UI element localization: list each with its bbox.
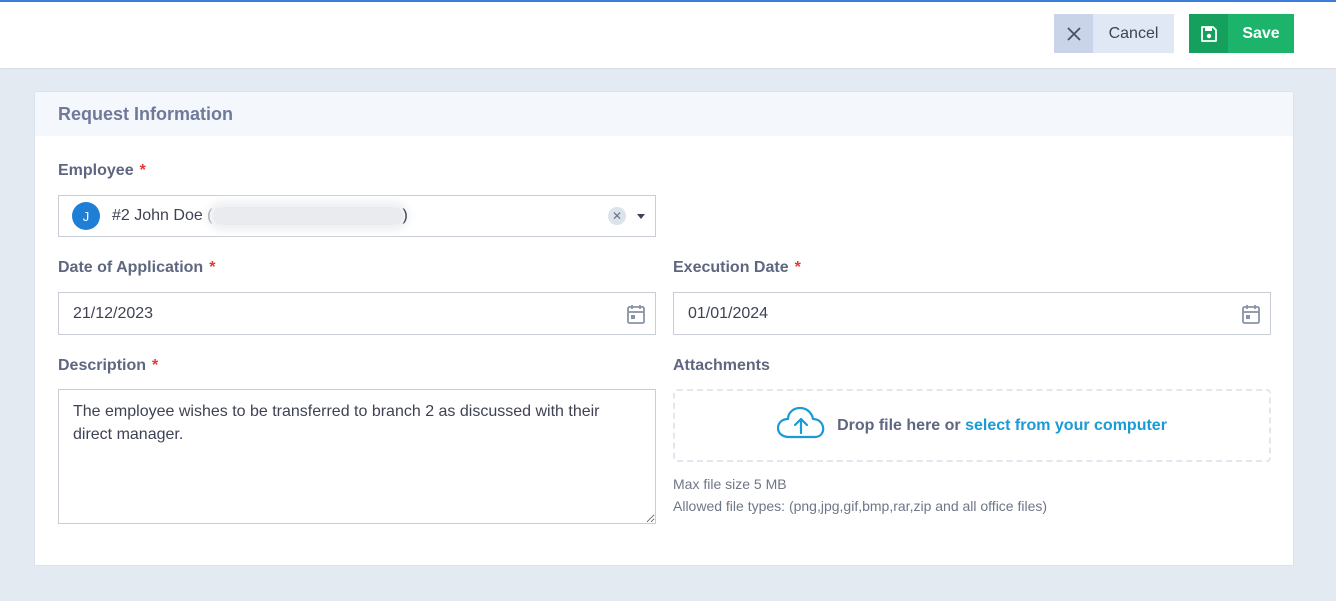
execution-date-field[interactable]: 01/01/2024: [673, 292, 1271, 335]
dropzone-text: Drop file here or select from your compu…: [837, 416, 1167, 434]
select-file-link[interactable]: select from your computer: [965, 417, 1167, 434]
required-mark: *: [209, 259, 216, 276]
date-of-application-field[interactable]: 21/12/2023: [58, 292, 656, 335]
description-label: Description *: [58, 357, 159, 374]
request-information-card: Request Information Employee * J #2 John …: [34, 91, 1294, 566]
close-icon: [1054, 14, 1093, 53]
execution-date-value: 01/01/2024: [688, 304, 769, 322]
attachments-label: Attachments: [673, 357, 770, 374]
date-of-application-value: 21/12/2023: [73, 304, 154, 322]
file-dropzone[interactable]: Drop file here or select from your compu…: [673, 389, 1271, 462]
employee-select[interactable]: J #2 John Doe () ✕: [58, 195, 656, 237]
employee-label: Employee *: [58, 162, 146, 179]
employee-value: #2 John Doe (): [112, 206, 408, 225]
chevron-down-icon[interactable]: [637, 214, 645, 219]
calendar-icon[interactable]: [1242, 304, 1260, 329]
max-file-size-hint: Max file size 5 MB: [673, 476, 787, 492]
allowed-file-types-hint: Allowed file types: (png,jpg,gif,bmp,rar…: [673, 498, 1048, 514]
card-title: Request Information: [58, 103, 234, 124]
required-mark: *: [139, 162, 146, 179]
cancel-button[interactable]: Cancel: [1054, 14, 1174, 53]
date-of-application-label: Date of Application *: [58, 259, 216, 276]
cancel-label: Cancel: [1108, 24, 1159, 42]
clear-selection-icon[interactable]: ✕: [608, 207, 626, 225]
save-icon: [1189, 14, 1228, 53]
redacted-email: [212, 206, 403, 225]
calendar-icon[interactable]: [627, 304, 645, 329]
execution-date-label: Execution Date *: [673, 259, 801, 276]
save-label: Save: [1242, 24, 1280, 42]
card-header: Request Information: [35, 92, 1293, 136]
top-toolbar: Cancel Save: [0, 0, 1336, 68]
description-textarea[interactable]: The employee wishes to be transferred to…: [58, 389, 656, 524]
required-mark: *: [794, 259, 801, 276]
save-button[interactable]: Save: [1189, 14, 1294, 53]
cloud-upload-icon: [776, 406, 825, 445]
avatar: J: [72, 202, 100, 230]
required-mark: *: [152, 357, 159, 374]
